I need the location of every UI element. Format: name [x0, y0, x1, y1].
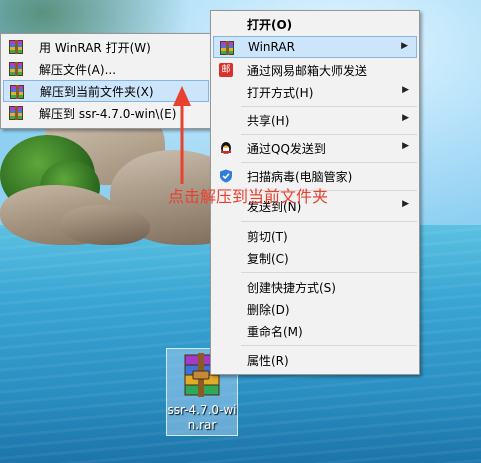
menu-item-open[interactable]: 打开(O)	[213, 13, 417, 35]
winrar-icon	[220, 41, 234, 55]
shield-icon	[220, 169, 232, 183]
menu-item-label: 剪切(T)	[247, 229, 288, 244]
menu-item-properties[interactable]: 属性(R)	[213, 349, 417, 371]
menu-item-label: 打开方式(H)	[247, 85, 314, 100]
menu-item-cut[interactable]: 剪切(T)	[213, 225, 417, 247]
submenu-item-label: 解压文件(A)...	[39, 62, 117, 77]
menu-item-create-shortcut[interactable]: 创建快捷方式(S)	[213, 276, 417, 298]
menu-item-copy[interactable]: 复制(C)	[213, 247, 417, 269]
chevron-right-icon: ▶	[402, 85, 409, 95]
menu-separator	[241, 106, 417, 107]
rock	[60, 205, 150, 245]
menu-item-label: 共享(H)	[247, 113, 290, 128]
submenu-item-extract-files[interactable]: 解压文件(A)...	[3, 58, 209, 80]
winrar-icon	[9, 40, 23, 54]
menu-separator	[241, 134, 417, 135]
submenu-item-label: 解压到 ssr-4.7.0-win\(E)	[39, 106, 177, 121]
winrar-icon	[10, 85, 24, 99]
menu-item-label: 打开(O)	[247, 17, 293, 32]
menu-item-open-with[interactable]: 打开方式(H) ▶	[213, 81, 417, 103]
winrar-icon	[9, 106, 23, 120]
annotation-arrow	[173, 86, 191, 184]
menu-item-winrar[interactable]: WinRAR ▶	[213, 36, 417, 58]
menu-separator	[241, 345, 417, 346]
menu-item-label: 重命名(M)	[247, 324, 303, 339]
menu-item-send-netease-mail[interactable]: 邮 通过网易邮箱大师发送	[213, 59, 417, 81]
menu-item-send-qq[interactable]: 通过QQ发送到 ▶	[213, 137, 417, 159]
menu-item-label: 扫描病毒(电脑管家)	[247, 169, 353, 184]
chevron-right-icon: ▶	[402, 141, 409, 151]
submenu-item-label: 用 WinRAR 打开(W)	[39, 40, 151, 55]
winrar-icon	[9, 62, 23, 76]
menu-item-label: 通过QQ发送到	[247, 141, 326, 156]
menu-item-share[interactable]: 共享(H) ▶	[213, 109, 417, 131]
menu-item-label: 创建快捷方式(S)	[247, 280, 336, 295]
menu-item-label: WinRAR	[248, 40, 295, 54]
chevron-right-icon: ▶	[402, 199, 409, 209]
submenu-item-open-with-winrar[interactable]: 用 WinRAR 打开(W)	[3, 36, 209, 58]
menu-item-label: 通过网易邮箱大师发送	[247, 63, 368, 78]
annotation-text: 点击解压到当前文件夹	[168, 187, 329, 206]
menu-item-label: 删除(D)	[247, 302, 290, 317]
menu-item-delete[interactable]: 删除(D)	[213, 298, 417, 320]
menu-separator	[241, 162, 417, 163]
menu-item-label: 复制(C)	[247, 251, 289, 266]
menu-separator	[241, 221, 417, 222]
chevron-right-icon: ▶	[402, 113, 409, 123]
menu-item-label: 属性(R)	[247, 353, 289, 368]
netease-mail-icon: 邮	[219, 63, 233, 77]
chevron-right-icon: ▶	[401, 41, 408, 51]
menu-item-rename[interactable]: 重命名(M)	[213, 320, 417, 342]
qq-penguin-icon	[221, 142, 231, 154]
submenu-item-label: 解压到当前文件夹(X)	[40, 84, 154, 99]
file-name: ssr-4.7.0-win.rar	[167, 403, 237, 432]
menu-separator	[241, 272, 417, 273]
